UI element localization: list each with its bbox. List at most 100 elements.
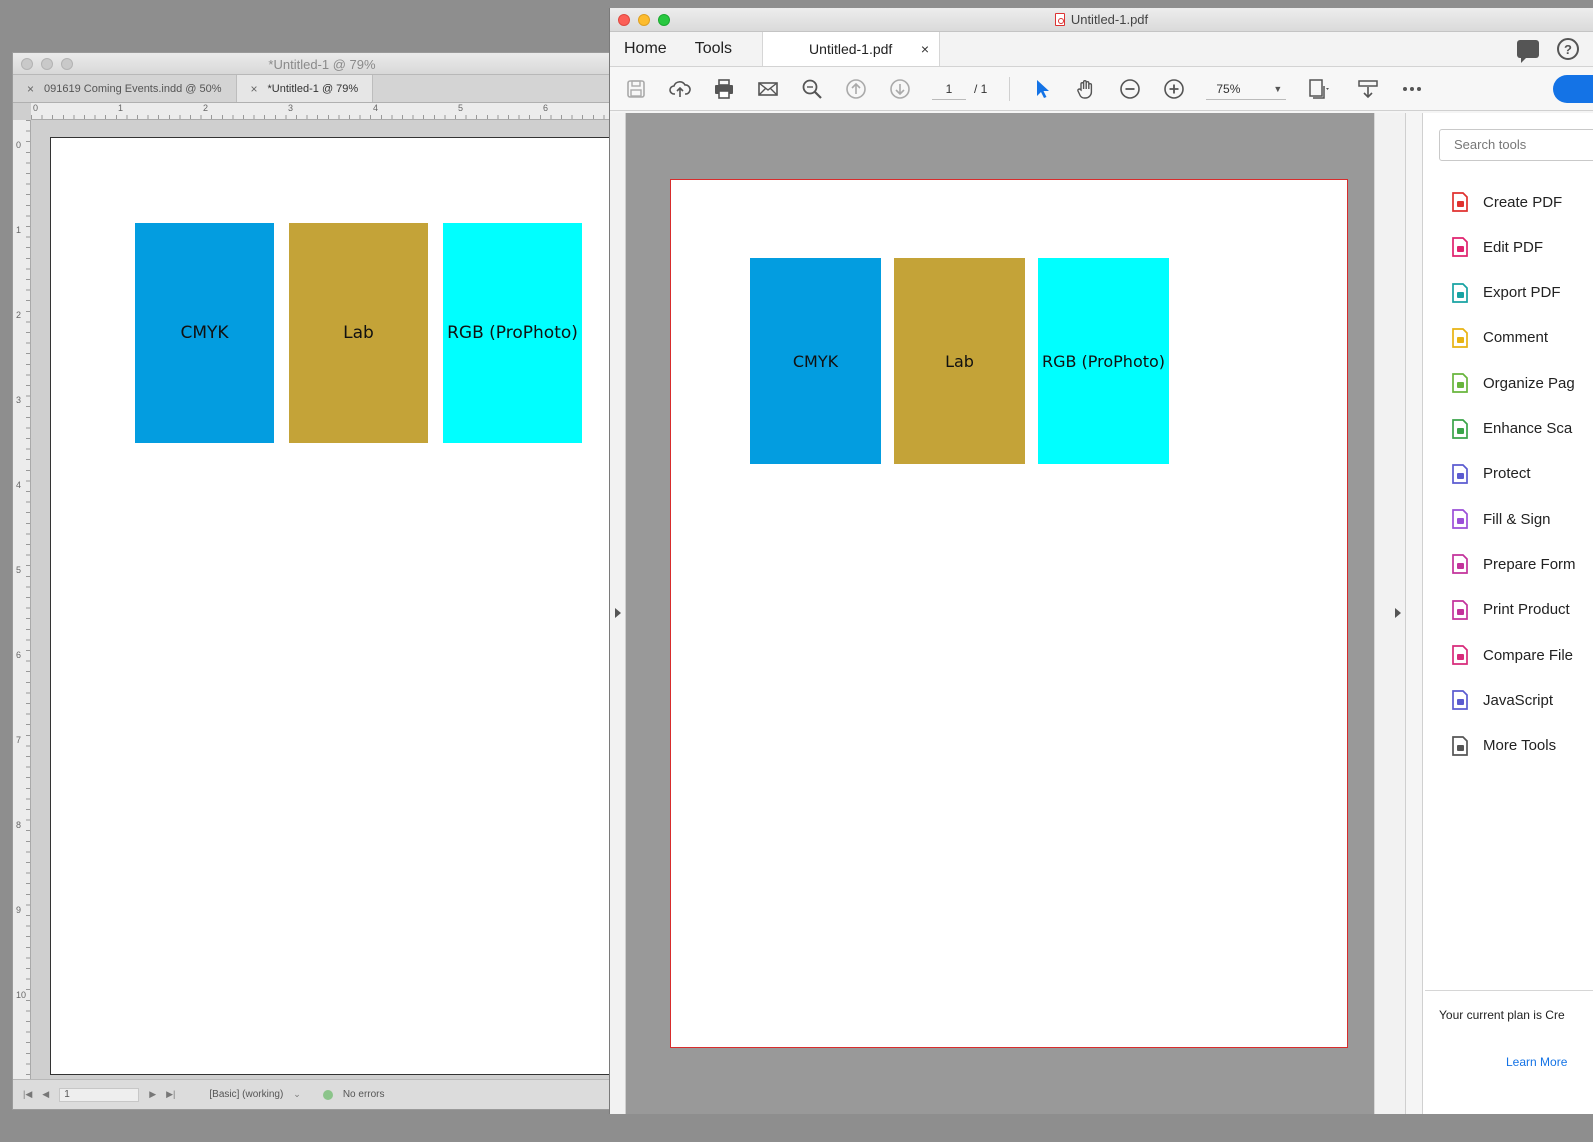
print-icon[interactable]	[712, 77, 736, 101]
ruler-number: 0	[33, 103, 39, 113]
indesign-window: *Untitled-1 @ 79% × 091619 Coming Events…	[12, 52, 632, 1110]
print-production-icon	[1449, 599, 1471, 621]
share-button[interactable]	[1553, 75, 1593, 103]
next-page-icon[interactable]: ▶	[149, 1089, 156, 1100]
cmyk-swatch: CMYK	[750, 258, 881, 464]
tool-item[interactable]: Organize Pag	[1449, 372, 1575, 394]
left-panel-toggle[interactable]	[610, 113, 626, 1114]
tool-item[interactable]: Print Product	[1449, 599, 1570, 621]
tool-item[interactable]: Fill & Sign	[1449, 508, 1551, 530]
acrobat-window: Untitled-1.pdf Home Tools Untitled-1.pdf…	[609, 8, 1593, 1114]
ruler-number: 10	[16, 990, 27, 1000]
search-icon[interactable]	[800, 77, 824, 101]
document-viewport[interactable]: CMYK Lab RGB (ProPhoto)	[610, 113, 1390, 1114]
compare-files-icon	[1449, 644, 1471, 666]
nav-right-icons: ?	[1517, 38, 1579, 63]
ruler-number: 6	[16, 650, 22, 660]
window-title-wrap: Untitled-1.pdf	[610, 12, 1593, 27]
learn-more-link[interactable]: Learn More	[1506, 1055, 1567, 1069]
toolbar-divider	[1009, 76, 1011, 101]
tool-item[interactable]: Edit PDF	[1449, 236, 1543, 258]
email-icon[interactable]	[756, 77, 780, 101]
tool-item[interactable]: Export PDF	[1449, 282, 1561, 304]
tools-tab[interactable]: Tools	[681, 32, 746, 66]
page-number-field[interactable]: 1	[59, 1087, 140, 1102]
swatch-label: CMYK	[180, 323, 229, 343]
tool-item[interactable]: Prepare Form	[1449, 553, 1576, 575]
close-document-icon[interactable]: ×	[921, 41, 929, 57]
tool-item[interactable]: Enhance Sca	[1449, 418, 1572, 440]
page-fit-icon[interactable]	[1306, 77, 1330, 101]
style-selector[interactable]: [Basic] (working)	[209, 1089, 283, 1100]
ruler-number: 7	[16, 735, 22, 745]
tab-label: 091619 Coming Events.indd @ 50%	[44, 82, 222, 95]
upload-cloud-icon[interactable]	[668, 77, 692, 101]
lab-swatch: Lab	[894, 258, 1025, 464]
page-number-input[interactable]: 1	[932, 78, 966, 100]
scroll-mode-icon[interactable]	[1356, 77, 1380, 101]
select-cursor-icon[interactable]	[1030, 77, 1054, 101]
comments-icon[interactable]	[1517, 40, 1539, 63]
enhance-scans-icon	[1449, 418, 1471, 440]
expand-left-panel-icon[interactable]	[615, 608, 621, 618]
close-tab-icon[interactable]: ×	[251, 82, 258, 96]
tool-label: Organize Pag	[1483, 374, 1575, 392]
search-tools-input[interactable]: Search tools	[1439, 129, 1593, 161]
vertical-ruler[interactable]: 0 1 2 3 4 5 6 7 8 9 10	[13, 120, 31, 1079]
ruler-number: 1	[118, 103, 124, 113]
zoom-out-icon[interactable]	[1118, 77, 1142, 101]
collapse-right-panel-icon[interactable]	[1395, 608, 1401, 618]
doc-tab-coming-events[interactable]: × 091619 Coming Events.indd @ 50%	[13, 75, 237, 102]
ruler-number: 8	[16, 820, 22, 830]
right-panel-toggle[interactable]	[1390, 113, 1406, 1114]
document-tabs: × 091619 Coming Events.indd @ 50% × *Unt…	[13, 75, 631, 103]
tool-item[interactable]: More Tools	[1449, 735, 1556, 757]
cmyk-swatch[interactable]: CMYK	[135, 223, 274, 443]
tool-item[interactable]: JavaScript	[1449, 689, 1553, 711]
ruler-number: 4	[16, 480, 22, 490]
ruler-number: 5	[458, 103, 464, 113]
pasteboard[interactable]: CMYK Lab RGB (ProPhoto)	[32, 121, 631, 1079]
tool-label: Export PDF	[1483, 284, 1561, 302]
swatch-label: RGB (ProPhoto)	[447, 323, 578, 343]
tool-item[interactable]: Protect	[1449, 463, 1531, 485]
preflight-status[interactable]: No errors	[343, 1089, 385, 1100]
vertical-scrollbar[interactable]	[1374, 113, 1390, 1114]
rgb-swatch: RGB (ProPhoto)	[1038, 258, 1169, 464]
acrobat-titlebar: Untitled-1.pdf	[610, 8, 1593, 32]
hand-icon[interactable]	[1074, 77, 1098, 101]
save-icon[interactable]	[624, 77, 648, 101]
lab-swatch[interactable]: Lab	[289, 223, 428, 443]
first-page-icon[interactable]: |◀	[23, 1089, 32, 1100]
document-tab[interactable]: Untitled-1.pdf ×	[762, 32, 941, 66]
tool-item[interactable]: Comment	[1449, 327, 1548, 349]
preflight-status-icon	[322, 1089, 333, 1100]
prev-page-icon[interactable]: ◀	[42, 1089, 49, 1100]
horizontal-ruler[interactable]: 0 1 2 3 4 5 6	[31, 103, 631, 120]
zoom-value: 75%	[1216, 81, 1241, 96]
status-bar: |◀ ◀ 1 ▶ ▶| [Basic] (working) ⌄ No error…	[13, 1079, 631, 1109]
last-page-icon[interactable]: ▶|	[166, 1089, 175, 1100]
tool-label: Prepare Form	[1483, 555, 1576, 573]
doc-tab-untitled[interactable]: × *Untitled-1 @ 79%	[236, 75, 374, 102]
document-page[interactable]: CMYK Lab RGB (ProPhoto)	[50, 137, 631, 1075]
chevron-down-icon[interactable]: ⌄	[293, 1089, 301, 1100]
next-page-icon[interactable]	[888, 77, 912, 101]
tool-label: Compare File	[1483, 646, 1574, 664]
pdf-page[interactable]: CMYK Lab RGB (ProPhoto)	[670, 179, 1348, 1048]
zoom-select[interactable]: 75% ▼	[1206, 78, 1287, 100]
help-icon[interactable]: ?	[1557, 38, 1579, 60]
close-tab-icon[interactable]: ×	[27, 82, 34, 96]
home-tab[interactable]: Home	[610, 32, 681, 66]
ruler-number: 3	[288, 103, 294, 113]
tool-item[interactable]: Compare File	[1449, 644, 1573, 666]
rgb-swatch[interactable]: RGB (ProPhoto)	[443, 223, 582, 443]
tool-item[interactable]: Create PDF	[1449, 191, 1562, 213]
previous-page-icon[interactable]	[844, 77, 868, 101]
javascript-icon	[1449, 689, 1471, 711]
more-options-icon[interactable]	[1400, 77, 1424, 101]
zoom-in-icon[interactable]	[1162, 77, 1186, 101]
swatch-label: Lab	[945, 351, 974, 371]
swatch-label: Lab	[343, 323, 374, 343]
tools-pane: Search tools Create PDF Edit PDF Export PD…	[1422, 113, 1593, 1114]
